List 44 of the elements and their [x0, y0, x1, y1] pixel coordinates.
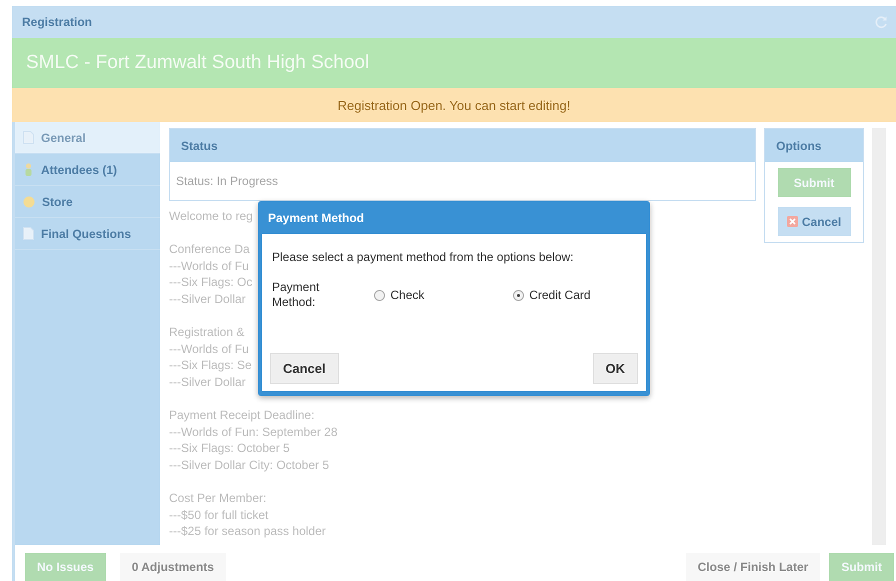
info-line: Conference Da	[169, 242, 250, 256]
document-icon	[23, 131, 34, 144]
refresh-icon[interactable]	[874, 15, 888, 29]
info-line: ---Silver Dollar	[169, 374, 246, 389]
radio-option[interactable]: Check	[374, 288, 498, 302]
sidebar-item[interactable]: Store	[15, 186, 160, 218]
status-text: Status: In Progress	[176, 174, 278, 188]
sidebar-item[interactable]: Final Questions	[15, 218, 160, 250]
adjustments-button[interactable]: 0 Adjustments	[120, 553, 226, 581]
info-line: ---Six Flags: Se	[169, 358, 252, 372]
person-icon	[23, 163, 34, 176]
banner-message: Registration Open. You can start editing!	[338, 98, 570, 112]
radio-option[interactable]: Credit Card	[513, 288, 636, 302]
info-line: Welcome to reg	[169, 209, 253, 223]
info-line: ---$50 for full ticket	[169, 508, 268, 522]
panel-title: Options	[776, 138, 822, 152]
sidebar-item[interactable]: Attendees (1)	[15, 154, 160, 186]
info-line: Registration &	[169, 325, 244, 340]
close-button[interactable]: Close / Finish Later	[686, 553, 820, 581]
window-title: Registration	[22, 15, 92, 29]
info-line: ---Worlds of Fun: September 28	[169, 424, 338, 439]
info-line: ---Worlds of Fu	[169, 258, 249, 273]
sidebar-item[interactable]: General	[15, 122, 160, 154]
info-line: Payment Receipt Deadline:	[169, 408, 314, 422]
info-line: Cost Per Member:	[169, 491, 266, 506]
radio-button[interactable]	[374, 290, 386, 300]
coin-icon	[23, 196, 35, 208]
document-icon	[23, 227, 34, 240]
cancel-button[interactable]: Cancel	[270, 353, 339, 384]
info-line: ---$25 for season pass holder	[169, 524, 326, 538]
radio-button[interactable]	[513, 290, 524, 300]
panel-title: Status	[181, 138, 218, 152]
ok-button[interactable]: OK	[592, 353, 638, 384]
field-label: Payment Method:	[272, 280, 320, 310]
dialog-title: Payment Method	[268, 210, 364, 224]
dialog-prompt: Please select a payment method from the options below:	[272, 250, 574, 264]
close-icon	[786, 216, 798, 227]
cancel-button[interactable]: Cancel	[778, 207, 851, 236]
school-title: SMLC - Fort Zumwalt South High School	[26, 52, 370, 74]
info-line: ---Silver Dollar	[169, 292, 246, 306]
info-line: ---Six Flags: Oc	[169, 275, 252, 290]
info-line: ---Six Flags: October 5	[169, 441, 290, 456]
info-line: ---Silver Dollar City: October 5	[169, 458, 330, 472]
info-line: ---Worlds of Fu	[169, 342, 249, 356]
